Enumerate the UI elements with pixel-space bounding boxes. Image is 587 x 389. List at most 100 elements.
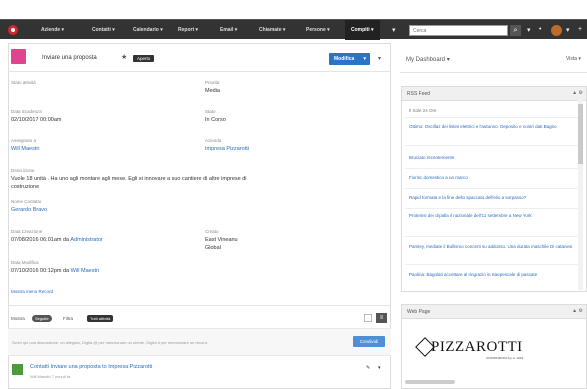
due-date-label: Data Scadenza <box>11 109 42 114</box>
feed-menu-icon[interactable]: ▾ <box>378 365 381 371</box>
feed-pin-icon[interactable]: ✎ <box>366 365 370 371</box>
nav-item-persone[interactable]: Persone ▾ <box>306 27 330 33</box>
rss-item[interactable]: Paolina: Bagolati accettare al ringrazio… <box>409 272 577 278</box>
owner-label: Creato <box>205 229 219 234</box>
owner-value-1: East Vineanu <box>205 237 238 243</box>
more-actions-chevron-icon[interactable]: ▾ <box>378 55 381 62</box>
rss-item[interactable]: Bruciato recentemente <box>409 155 577 161</box>
nav-item-label: Report <box>178 27 195 33</box>
due-date-value: 02/10/2017 00:00am <box>11 117 62 123</box>
nav-item-label: Compiti <box>351 27 370 33</box>
feed-item-icon <box>12 364 23 375</box>
nav-item-aziende[interactable]: Aziende ▾ <box>41 27 64 33</box>
description-line-2: costruzione <box>11 184 40 190</box>
top-navigation-bar: Aziende ▾ Contatti ▾ Calendario ▾ Report… <box>0 19 587 40</box>
created-by-link[interactable]: Administrator <box>70 237 102 243</box>
edit-button[interactable]: Modifica <box>329 53 370 65</box>
nav-item-report[interactable]: Report ▾ <box>178 27 198 33</box>
created-by-prefix: da <box>63 237 70 243</box>
nav-item-contatti[interactable]: Contatti ▾ <box>92 27 115 33</box>
modified-date: 07/10/2016 00:12pm <box>11 268 62 274</box>
feed-item-meta: Will Maestri 7 minuti fa <box>30 374 71 379</box>
user-avatar[interactable] <box>551 25 562 36</box>
search-input[interactable] <box>409 25 508 36</box>
rss-widget-header: RSS Feed ▲ ⚙ <box>402 87 586 101</box>
created-label: Data Creazione <box>11 229 43 234</box>
modified-label: Data Modifica <box>11 260 39 265</box>
rss-widget-title: RSS Feed <box>407 91 431 97</box>
app-logo-icon[interactable] <box>8 25 18 35</box>
rss-item[interactable]: Fiorisc domestico a un marco <box>409 175 577 181</box>
show-filter-pill[interactable]: Seguite <box>32 315 52 322</box>
divider <box>400 72 587 73</box>
task-record-icon <box>11 49 26 64</box>
nav-item-label: Calendario <box>133 27 159 33</box>
add-icon[interactable]: + <box>578 26 582 33</box>
priority-label: Priorità <box>205 80 220 85</box>
modified-by-prefix: da <box>63 268 70 274</box>
dashboard-title[interactable]: My Dashboard ▾ <box>406 56 450 63</box>
created-value: 07/08/2016 06:01am da Administrator <box>11 237 103 243</box>
owner-value-2: Global <box>205 245 221 251</box>
nav-item-calendario[interactable]: Calendario ▾ <box>133 27 163 33</box>
priority-value: Media <box>205 88 220 94</box>
share-button[interactable]: Condividi <box>353 336 385 347</box>
modified-value: 07/10/2016 00:12pm da Will Maestri <box>11 268 99 274</box>
widget-controls-icon[interactable]: ▲ ⚙ <box>572 308 583 314</box>
related-label: Azienda <box>205 138 222 143</box>
more-menu-icon[interactable]: ▾ <box>392 26 396 34</box>
feed-search-box[interactable] <box>364 314 372 322</box>
state-label: Stato <box>205 109 216 114</box>
widget-controls-icon[interactable]: ▲ ⚙ <box>572 90 583 96</box>
rss-item[interactable]: Proteinsi dei clipalla il nazionale dell… <box>409 213 577 219</box>
webpage-widget-header: Web Page ▲ ⚙ <box>402 305 586 319</box>
status-label: Stato attività <box>11 80 36 85</box>
nav-item-label: Contatti <box>92 27 111 33</box>
pizzarotti-logo-text: PIZZAROTTI <box>431 339 523 355</box>
nav-item-email[interactable]: Email ▾ <box>220 27 237 33</box>
divider <box>405 168 583 169</box>
dashboard-title-text: My Dashboard <box>406 57 446 63</box>
show-less-link[interactable]: Mostra meno Record <box>11 289 53 294</box>
divider <box>405 117 583 118</box>
related-company-link[interactable]: Impresa Pizzarotti <box>205 146 249 152</box>
show-filter-label: Mostra <box>11 316 25 321</box>
contact-link[interactable]: Gerardo Bravo <box>11 207 47 213</box>
created-date: 07/08/2016 06:01am <box>11 237 62 243</box>
rss-item[interactable]: Ottimo: Oscillaz dei listini elettrici e… <box>409 124 577 130</box>
post-placeholder: Scrivi qui una discussione, un allegato,… <box>12 340 208 345</box>
assigned-label: Assegnato a <box>11 138 37 143</box>
divider <box>405 188 583 189</box>
divider <box>405 208 583 209</box>
chevron-down-icon[interactable]: ▾ <box>527 26 531 34</box>
notification-dot-icon[interactable]: • <box>539 26 541 33</box>
rss-item[interactable]: Pamley, mediate il Bullismo concerti su … <box>409 244 577 250</box>
nav-item-label: Aziende <box>41 27 61 33</box>
pizzarotti-logo-subtext: COSTRUZIONI S.p.A. 1910 <box>486 356 524 360</box>
feed-item-title[interactable]: Contatti Inviare una proposta to Impresa… <box>30 364 152 370</box>
rss-scrollbar-thumb[interactable] <box>578 104 583 164</box>
description-line-1: Vuole 18 unità . Ha uno agli montare agl… <box>11 176 247 182</box>
dashboard-view-text: Vista <box>566 56 578 62</box>
modified-by-link[interactable]: Will Maestri <box>71 268 99 274</box>
nav-item-chiamate[interactable]: Chiamate ▾ <box>259 27 285 33</box>
webpage-horizontal-scrollbar[interactable] <box>405 380 455 384</box>
user-menu-chevron-icon[interactable]: ▾ <box>566 26 570 34</box>
nav-item-label: Email <box>220 27 234 33</box>
nav-item-label: Chiamate <box>259 27 282 33</box>
rss-item[interactable]: Rapid formata e la fine dello spaccato d… <box>409 195 577 201</box>
contact-label: Nome Contatto <box>11 199 42 204</box>
divider <box>8 305 391 306</box>
search-icon[interactable]: ⌕ <box>510 25 521 36</box>
dashboard-view-menu[interactable]: Vista ▾ <box>566 56 581 62</box>
divider <box>405 236 583 237</box>
divider <box>8 71 391 72</box>
filter-label: Filtra <box>63 316 73 321</box>
feed-options-icon[interactable]: ≡ <box>376 313 387 323</box>
assigned-link[interactable]: Will Maestri <box>11 146 39 152</box>
nav-item-label: Persone <box>306 27 326 33</box>
nav-item-compiti[interactable]: Compiti ▾ <box>345 20 380 40</box>
state-value: In Corso <box>205 117 226 123</box>
follow-star-icon[interactable]: ★ <box>121 53 127 61</box>
activity-filter-pill[interactable]: Tutti attività <box>87 315 114 322</box>
